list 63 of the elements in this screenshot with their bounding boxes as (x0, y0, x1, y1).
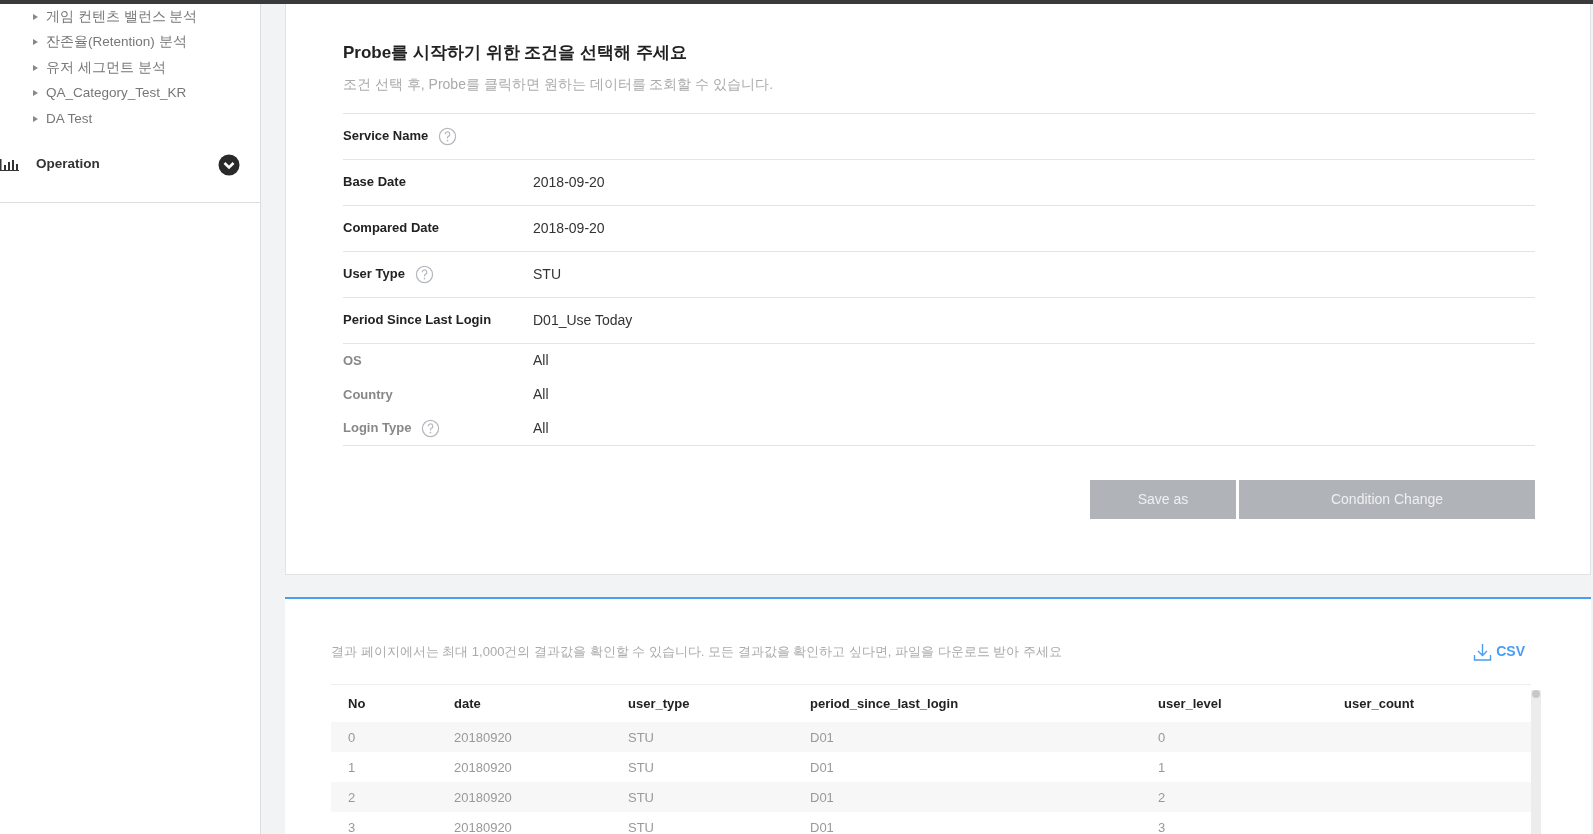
column-header: user_count (1343, 694, 1416, 713)
column-header: user_level (1157, 694, 1223, 713)
table-cell: 0 (1158, 730, 1166, 745)
condition-label: Login Type (343, 419, 412, 438)
table-cell: D01 (810, 820, 834, 834)
table-cell: 20180920 (454, 790, 512, 805)
column-header: No (347, 694, 367, 713)
table-cell: 1 (348, 760, 356, 775)
table-cell: 2 (348, 790, 356, 805)
condition-value: D01_Use Today (533, 310, 633, 330)
table-cell: 3 (348, 820, 356, 834)
table-cell: STU (628, 820, 654, 834)
table-cell: D01 (810, 730, 834, 745)
sidebar-section[interactable]: Operation (0, 149, 260, 180)
panel-title: Probe를 시작하기 위한 조건을 선택해 주세요 (343, 42, 688, 64)
help-icon[interactable] (421, 418, 441, 438)
caret-icon (33, 39, 38, 46)
help-icon[interactable] (438, 126, 458, 146)
sidebar-item[interactable]: 유저 세그먼트 분석 (0, 55, 260, 81)
sidebar-item[interactable]: QA_Category_Test_KR (0, 80, 260, 106)
sidebar-item[interactable]: 잔존율(Retention) 분석 (0, 29, 260, 55)
sidebar-item[interactable]: DA Test (0, 106, 260, 132)
condition-value: All (533, 351, 549, 370)
condition-label: Service Name (343, 127, 429, 146)
table-cell: 20180920 (454, 760, 512, 775)
column-header: date (453, 694, 482, 713)
table-cell: 20180920 (454, 820, 512, 834)
table-cell: STU (628, 790, 654, 805)
condition-value: All (533, 418, 549, 438)
condition-value: 2018-09-20 (533, 172, 605, 192)
download-icon (1473, 642, 1493, 661)
csv-download-link[interactable]: CSV (1473, 641, 1525, 662)
column-header: period_since_last_login (809, 694, 960, 713)
scrollbar[interactable] (1531, 690, 1541, 834)
condition-value: All (533, 385, 549, 404)
table-cell: D01 (810, 760, 834, 775)
condition-label: Country (343, 385, 393, 404)
table-cell: STU (628, 730, 654, 745)
results-notice: 결과 페이지에서는 최대 1,000건의 결과값을 확인할 수 있습니다. 모든 결과값을 확인하고 싶다면, 파일을 다운로드 받아 주세요 (331, 642, 1062, 661)
chevron-icon[interactable] (218, 153, 240, 176)
column-header: user_type (627, 694, 691, 713)
table-cell: 1 (1158, 760, 1166, 775)
condition-label: Compared Date (343, 219, 440, 238)
condition-label: User Type (343, 265, 405, 284)
panel-subtitle: 조건 선택 후, Probe를 클릭하면 원하는 데이터를 조회할 수 있습니다. (343, 74, 775, 94)
caret-icon (33, 115, 38, 122)
caret-icon (33, 64, 38, 71)
condition-value: STU (533, 264, 561, 284)
caret-icon (33, 13, 38, 20)
condition-label: OS (343, 351, 362, 370)
sidebar-item[interactable]: 게임 컨텐츠 밸런스 분석 (0, 4, 260, 30)
table-cell: 2 (1158, 790, 1166, 805)
bar-chart-icon (0, 158, 19, 171)
table-cell: STU (628, 760, 654, 775)
table-cell: 0 (348, 730, 356, 745)
caret-icon (33, 90, 38, 97)
condition-label: Period Since Last Login (343, 311, 492, 330)
table-cell: 20180920 (454, 730, 512, 745)
table-cell: D01 (810, 790, 834, 805)
table-cell: 3 (1158, 820, 1166, 834)
help-icon[interactable] (414, 264, 434, 284)
condition-value: 2018-09-20 (533, 218, 605, 238)
condition-label: Base Date (343, 173, 406, 192)
